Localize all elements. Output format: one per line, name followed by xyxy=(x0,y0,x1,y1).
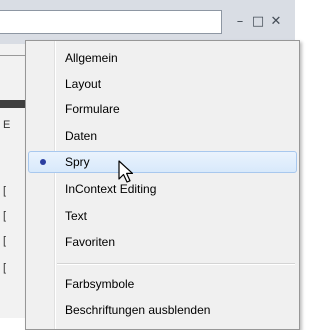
menu-item-formulare[interactable]: Formulare xyxy=(28,98,297,120)
menu-item-layout[interactable]: Layout xyxy=(28,73,297,95)
title-bar: – □ ✕ xyxy=(0,0,295,44)
close-button[interactable]: ✕ xyxy=(268,12,284,32)
menu-item-label: Farbsymbole xyxy=(65,277,135,291)
menu-separator xyxy=(57,263,295,264)
mouse-cursor-icon xyxy=(118,160,134,183)
menu-item-label: Spry xyxy=(65,155,90,169)
address-field[interactable] xyxy=(0,10,222,34)
menu-item-label: Text xyxy=(65,209,88,223)
menu-item-incontext-editing[interactable]: InContext Editing xyxy=(28,178,297,200)
menu-item-label: Daten xyxy=(65,129,98,143)
menu-item-farbsymbole[interactable]: Farbsymbole xyxy=(28,273,297,295)
maximize-button[interactable]: □ xyxy=(250,12,266,32)
context-menu: Allgemein Layout Formulare Daten Spry In… xyxy=(25,40,300,330)
background-text-fragment: E xyxy=(3,119,11,131)
menu-item-label: Allgemein xyxy=(65,51,118,65)
menu-item-label: Layout xyxy=(65,77,102,91)
minimize-button[interactable]: – xyxy=(232,12,248,32)
radio-bullet-icon xyxy=(40,159,46,165)
background-text-fragment: [ xyxy=(3,235,7,247)
menu-item-daten[interactable]: Daten xyxy=(28,125,297,147)
menu-item-spry[interactable]: Spry xyxy=(28,151,297,173)
background-text-fragment: [ xyxy=(3,210,7,222)
menu-item-favoriten[interactable]: Favoriten xyxy=(28,231,297,253)
menu-item-text[interactable]: Text xyxy=(28,205,297,227)
background-text-fragment: [ xyxy=(3,185,7,197)
background-text-fragment: [ xyxy=(3,262,7,274)
menu-item-allgemein[interactable]: Allgemein xyxy=(28,47,297,69)
menu-item-label: Formulare xyxy=(65,102,120,116)
menu-item-label: Favoriten xyxy=(65,235,116,249)
menu-item-label: InContext Editing xyxy=(65,182,157,196)
